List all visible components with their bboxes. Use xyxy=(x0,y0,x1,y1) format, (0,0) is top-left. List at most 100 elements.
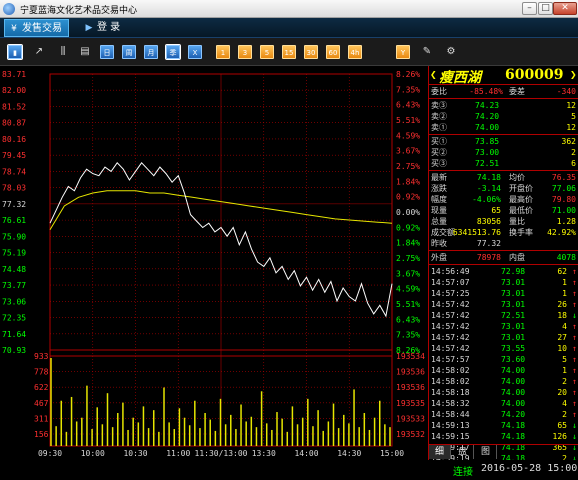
prev-stock-icon[interactable]: ❮ xyxy=(430,68,437,81)
stat-label: 总量 xyxy=(431,217,447,226)
period-season-button[interactable]: 季 xyxy=(165,44,181,60)
sell-volume: 5 xyxy=(571,112,576,121)
trade-row: 14:57:42 73.01 27 ↑ xyxy=(429,332,578,343)
trade-direction-icon: ↑ xyxy=(572,278,577,287)
trade-direction-icon: ↓ xyxy=(572,432,577,441)
time-tick-label: 14:00 xyxy=(294,449,318,458)
sell-row: 卖① 74.00 12 xyxy=(429,122,578,133)
trade-time: 14:57:07 xyxy=(431,278,470,287)
outer-value: 78978 xyxy=(476,253,501,262)
year-button[interactable]: Y xyxy=(396,45,410,59)
minute-5-button[interactable]: 5 xyxy=(260,45,274,59)
period-week-button[interactable]: 周 xyxy=(122,45,136,59)
minute-3-button[interactable]: 3 xyxy=(238,45,252,59)
tab-chart[interactable]: 图 xyxy=(475,445,497,459)
price-tick-label: 74.48 xyxy=(2,265,26,274)
stock-code: 600009 xyxy=(505,67,564,83)
volume-right-tick-label: 193533 xyxy=(396,414,425,423)
pct-tick-label: 6.43% xyxy=(396,315,420,324)
quote-sep-1 xyxy=(429,98,578,99)
time-tick-label: 15:00 xyxy=(380,449,404,458)
pct-tick-label: 2.75% xyxy=(396,254,420,263)
candle-chart-tool[interactable]: ⫼ xyxy=(56,45,70,59)
inner-value: 4078 xyxy=(556,253,576,262)
trade-row: 14:58:32 74.00 4 ↑ xyxy=(429,398,578,409)
trade-price: 72.98 xyxy=(501,267,526,276)
stat-value-2: 79.80 xyxy=(551,195,576,204)
time-tick-label: 10:00 xyxy=(81,449,105,458)
time-tick-label: 11:30/13:00 xyxy=(195,449,248,458)
stat-value-2: 77.06 xyxy=(551,184,576,193)
stat-row: 成交额 6341513.76 换手率 42.92% xyxy=(429,227,578,238)
minute-240-button[interactable]: 4h xyxy=(348,45,362,59)
tab-login[interactable]: ▶ 登 录 xyxy=(80,19,126,37)
pct-tick-label: 6.43% xyxy=(396,101,420,110)
next-stock-icon[interactable]: ❯ xyxy=(570,68,577,81)
minute-1-button[interactable]: 1 xyxy=(216,45,230,59)
time-tick-label: 13:30 xyxy=(252,449,276,458)
volume-tick-label: 933 xyxy=(34,352,49,361)
stat-label-2: 最低价 xyxy=(509,206,533,215)
weicha-value: -340 xyxy=(556,87,576,96)
price-tick-label: 75.19 xyxy=(2,249,26,258)
trade-direction-icon: ↑ xyxy=(572,377,577,386)
weibi-row: 委比 -85.48% 委差 -340 xyxy=(429,86,578,97)
tab-orderbook[interactable]: 盘 xyxy=(452,445,474,459)
period-month-button[interactable]: 月 xyxy=(144,45,158,59)
stat-label-2: 量比 xyxy=(509,217,525,226)
trade-price: 73.60 xyxy=(501,355,526,364)
trade-time: 14:58:02 xyxy=(431,366,470,375)
tab-detail[interactable]: 细 xyxy=(429,445,451,459)
trade-direction-icon: ↑ xyxy=(572,267,577,276)
stat-value: 65 xyxy=(491,206,501,215)
buy-price: 73.00 xyxy=(475,148,500,157)
pct-tick-label: 5.51% xyxy=(396,116,420,125)
period-day-button[interactable]: 日 xyxy=(100,45,114,59)
stat-row: 最新 74.18 均价 76.35 xyxy=(429,172,578,183)
trade-price: 74.00 xyxy=(501,388,526,397)
trade-row: 14:57:25 73.01 1 ↑ xyxy=(429,288,578,299)
stat-label-2: 最高价 xyxy=(509,195,533,204)
trade-price: 73.01 xyxy=(501,322,526,331)
volume-right-tick-label: 193536 xyxy=(396,383,425,392)
draw-tool-button[interactable]: ✎ xyxy=(420,45,434,59)
tab-issue-trade[interactable]: ¥ 发售交易 xyxy=(4,19,69,37)
tab-login-label: 登 录 xyxy=(97,22,121,33)
calendar-tool[interactable]: ▤ xyxy=(78,45,92,59)
trade-direction-icon: ↑ xyxy=(572,366,577,375)
trade-direction-icon: ↑ xyxy=(572,322,577,331)
line-chart-tool[interactable]: ↗ xyxy=(32,45,46,59)
maximize-button[interactable]: □ xyxy=(538,2,553,15)
settings-button[interactable]: ⚙ xyxy=(444,45,458,59)
trade-volume: 1 xyxy=(562,289,567,298)
close-button[interactable]: ✕ xyxy=(553,2,577,15)
trade-time: 14:57:42 xyxy=(431,344,470,353)
trade-time: 14:57:25 xyxy=(431,289,470,298)
period-x-button[interactable]: X xyxy=(188,45,202,59)
trade-row: 14:57:42 72.51 18 ↓ xyxy=(429,310,578,321)
minute-60-button[interactable]: 60 xyxy=(326,45,340,59)
buy-row: 买① 73.85 362 xyxy=(429,136,578,147)
sell-level-label: 卖③ xyxy=(431,101,447,110)
menu-bar: ¥ 发售交易 ▶ 登 录 xyxy=(0,18,578,38)
price-tick-label: 79.45 xyxy=(2,151,26,160)
trade-volume: 5 xyxy=(562,355,567,364)
volume-right-tick-label: 193532 xyxy=(396,430,425,439)
volume-tick-label: 778 xyxy=(34,368,49,377)
trade-direction-icon: ↑ xyxy=(572,333,577,342)
stat-value-2: 42.92% xyxy=(547,228,576,237)
trade-row: 14:58:18 74.00 20 ↑ xyxy=(429,387,578,398)
bar-chart-tool[interactable]: ▮ xyxy=(7,44,23,60)
trade-direction-icon: ↑ xyxy=(572,399,577,408)
stat-label-2: 均价 xyxy=(509,173,525,182)
buy-level-label: 买① xyxy=(431,137,447,146)
volume-right-tick-label: 193535 xyxy=(396,399,425,408)
trade-volume: 126 xyxy=(552,432,567,441)
price-tick-label: 76.61 xyxy=(2,216,26,225)
minute-30-button[interactable]: 30 xyxy=(304,45,318,59)
trade-time: 14:57:42 xyxy=(431,311,470,320)
trade-row: 14:58:44 74.20 2 ↑ xyxy=(429,409,578,420)
minute-15-button[interactable]: 15 xyxy=(282,45,296,59)
trade-row: 14:57:57 73.60 5 ↑ xyxy=(429,354,578,365)
minimize-button[interactable]: – xyxy=(522,2,537,15)
